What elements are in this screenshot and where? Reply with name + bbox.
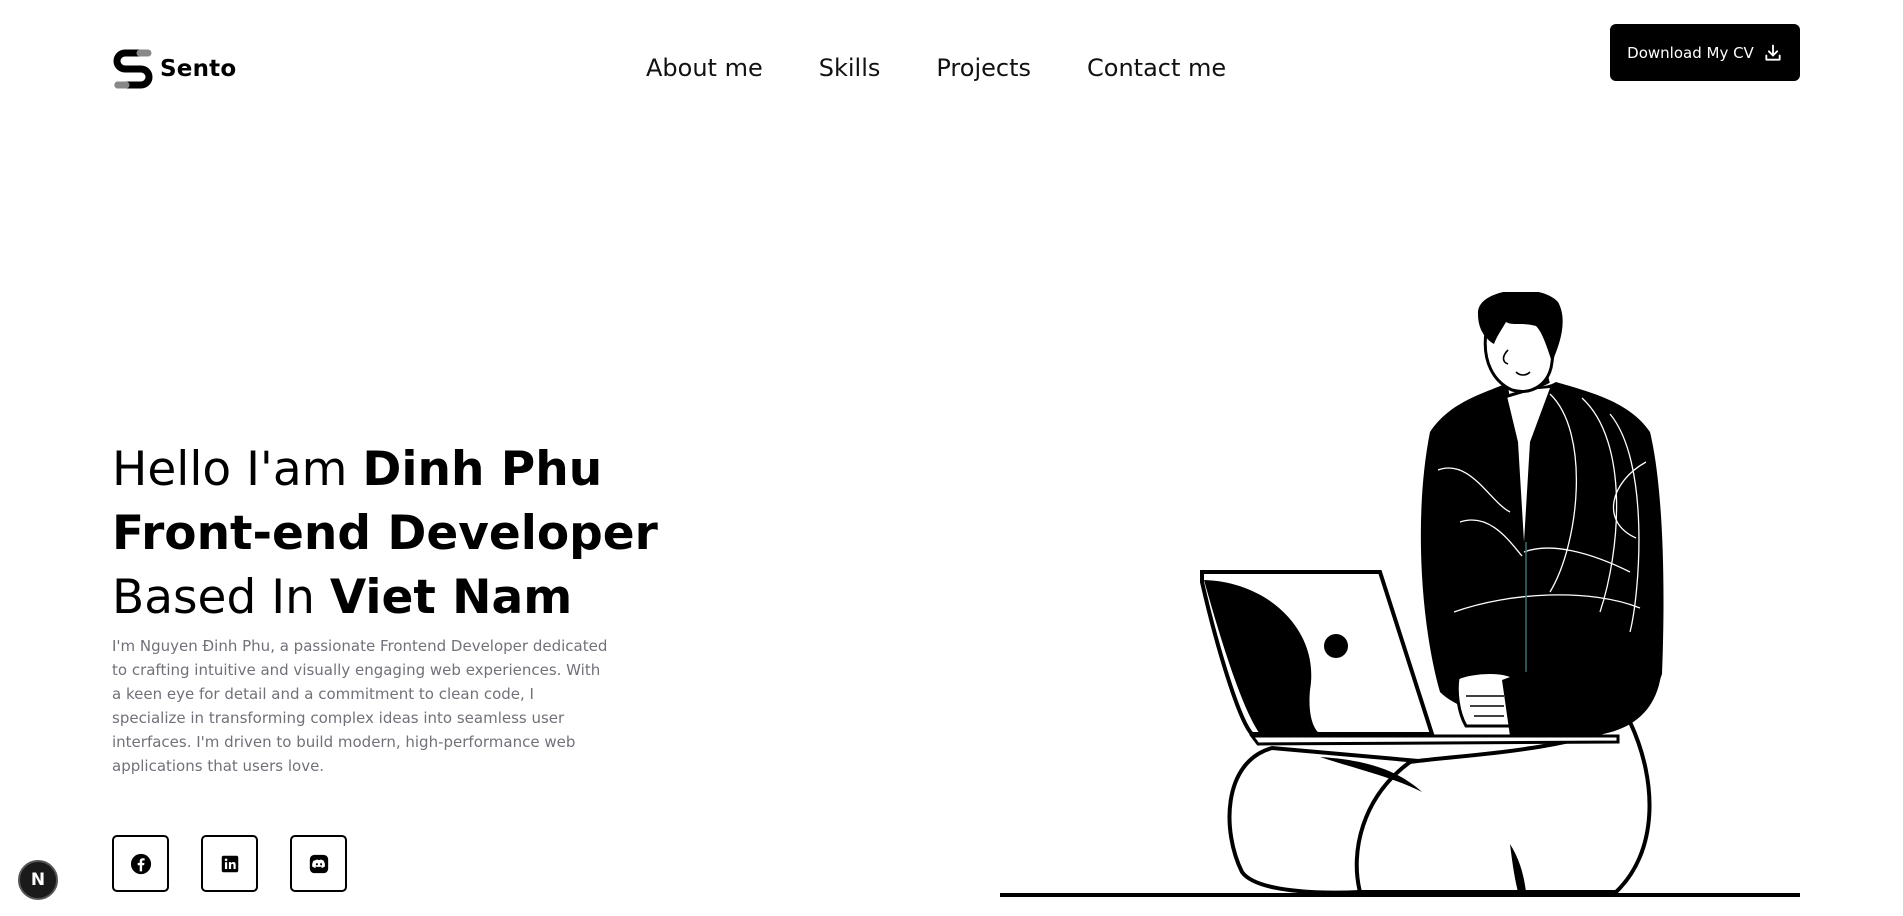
nav-about-me[interactable]: About me — [646, 54, 763, 82]
hero-greeting: Hello I'am — [112, 442, 363, 497]
brand-logo[interactable]: Sento — [112, 48, 236, 90]
download-icon — [1765, 44, 1781, 61]
nextjs-dev-badge[interactable]: N — [18, 860, 58, 900]
nav-contact-me[interactable]: Contact me — [1087, 54, 1226, 82]
site-header: Sento About me Skills Projects Contact m… — [0, 0, 1903, 120]
nav-skills[interactable]: Skills — [819, 54, 881, 82]
hero-location: Viet Nam — [329, 570, 573, 625]
nav-projects[interactable]: Projects — [936, 54, 1031, 82]
hero-line-3: Based In Viet Nam — [112, 566, 632, 630]
facebook-icon — [130, 853, 151, 874]
hero-line-1: Hello I'am Dinh Phu — [112, 438, 632, 502]
main-nav: About me Skills Projects Contact me — [646, 54, 1226, 82]
discord-button[interactable] — [290, 835, 347, 892]
facebook-button[interactable] — [112, 835, 169, 892]
linkedin-button[interactable] — [201, 835, 258, 892]
hero-role: Front-end Developer — [112, 506, 658, 561]
brand-name: Sento — [160, 56, 237, 82]
hero-based-in: Based In — [112, 570, 330, 625]
linkedin-icon — [221, 855, 238, 872]
download-cv-label: Download My CV — [1627, 43, 1754, 62]
hero-heading: Hello I'am Dinh Phu Front-end Developer … — [112, 438, 658, 630]
discord-icon — [309, 854, 328, 873]
hero-name: Dinh Phu — [362, 442, 603, 497]
sento-logo-icon — [113, 49, 153, 89]
social-links — [112, 835, 347, 892]
hero-bio: I'm Nguyen Đinh Phu, a passionate Fronte… — [112, 637, 608, 775]
developer-with-laptop-illustration — [1000, 292, 1800, 897]
download-cv-button[interactable]: Download My CV — [1610, 24, 1800, 81]
